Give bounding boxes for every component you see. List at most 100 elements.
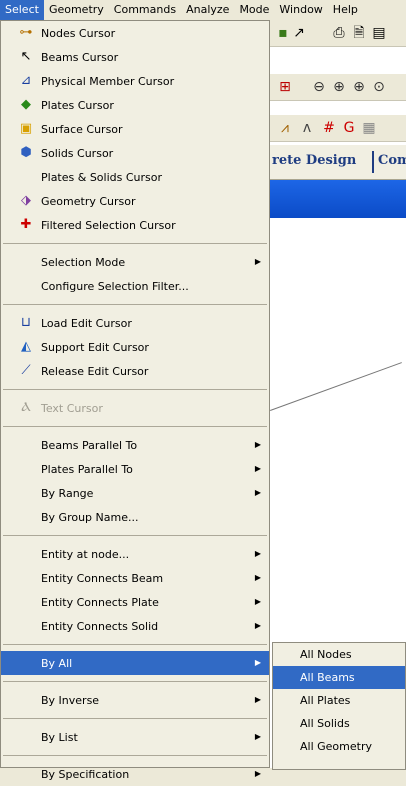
- by-all-submenu: All Nodes All Beams All Plates All Solid…: [272, 642, 406, 770]
- menu-divider: [3, 644, 267, 645]
- menu-item-beams-cursor[interactable]: ↖ Beams Cursor: [1, 45, 269, 69]
- zoom-out-icon[interactable]: ⊕: [350, 78, 368, 96]
- pointer-icon[interactable]: ↗: [290, 24, 308, 42]
- menu-item-label: By Specification: [41, 767, 130, 781]
- submenu-arrow-icon: ▶: [254, 464, 261, 473]
- menu-item-plates-solids-cursor[interactable]: Plates & Solids Cursor: [1, 165, 269, 189]
- menu-item-selection-mode[interactable]: Selection Mode ▶: [1, 250, 269, 274]
- menu-item-release-edit-cursor[interactable]: ⟋ Release Edit Cursor: [1, 359, 269, 383]
- menu-item-filtered-selection-cursor[interactable]: ✚ Filtered Selection Cursor: [1, 213, 269, 237]
- menu-select[interactable]: Select: [0, 0, 44, 20]
- zoom-dynamic-icon[interactable]: ⊙: [370, 78, 388, 96]
- load-edit-icon: ⊔: [20, 315, 32, 330]
- menu-bar: Select Geometry Commands Analyze Mode Wi…: [0, 0, 406, 20]
- menu-help[interactable]: Help: [328, 0, 363, 20]
- menu-item-label: Beams Parallel To: [41, 438, 138, 452]
- menu-item-label: Plates Cursor: [41, 98, 114, 112]
- menu-item-label: Release Edit Cursor: [41, 364, 149, 378]
- submenu-arrow-icon: ▶: [254, 573, 261, 582]
- menu-item-load-edit-cursor[interactable]: ⊔ Load Edit Cursor: [1, 311, 269, 335]
- zoom-window-icon[interactable]: ⊞: [276, 78, 294, 96]
- menu-item-plates-cursor[interactable]: ◆ Plates Cursor: [1, 93, 269, 117]
- print-preview-icon[interactable]: 🗎: [350, 24, 368, 42]
- menu-item-support-edit-cursor[interactable]: ◭ Support Edit Cursor: [1, 335, 269, 359]
- submenu-item-all-solids[interactable]: All Solids: [273, 712, 405, 735]
- submenu-arrow-icon: ▶: [254, 257, 261, 266]
- geometry-cursor-icon: ⬗: [21, 193, 31, 208]
- physical-member-cursor-icon: ⊿: [20, 73, 32, 88]
- menu-mode[interactable]: Mode: [234, 0, 274, 20]
- release-edit-icon: ⟋: [21, 363, 31, 378]
- refresh-tool-icon[interactable]: G: [340, 119, 358, 137]
- menu-item-geometry-cursor[interactable]: ⬗ Geometry Cursor: [1, 189, 269, 213]
- submenu-item-all-geometry[interactable]: All Geometry: [273, 735, 405, 758]
- file-icon[interactable]: ▤: [370, 24, 388, 42]
- menu-item-label: Selection Mode: [41, 255, 126, 269]
- text-cursor-icon: Ⲁ: [21, 400, 31, 415]
- select-menu: ⊶ Nodes Cursor ↖ Beams Cursor ⊿ Physical…: [0, 20, 270, 781]
- menu-divider: [3, 755, 267, 756]
- menu-item-label: Physical Member Cursor: [41, 74, 175, 88]
- menu-item-by-group-name[interactable]: By Group Name...: [1, 505, 269, 529]
- submenu-item-all-plates[interactable]: All Plates: [273, 689, 405, 712]
- view-title-bar: [270, 180, 406, 218]
- menu-item-text-cursor[interactable]: Ⲁ Text Cursor: [1, 396, 269, 420]
- menu-item-by-all[interactable]: By All ▶: [1, 651, 269, 675]
- menu-item-label: Text Cursor: [41, 401, 103, 415]
- menu-item-entity-connects-solid[interactable]: Entity Connects Solid ▶: [1, 614, 269, 638]
- menu-item-label: Beams Cursor: [41, 50, 119, 64]
- toolbar-row-3: ⩘ ᴧ # G ▦: [270, 115, 406, 142]
- submenu-arrow-icon: ▶: [254, 695, 261, 704]
- menu-item-physical-member-cursor[interactable]: ⊿ Physical Member Cursor: [1, 69, 269, 93]
- menu-divider: [3, 718, 267, 719]
- menu-item-label: Filtered Selection Cursor: [41, 218, 176, 232]
- print-icon[interactable]: ⎙: [330, 24, 348, 42]
- menu-analyze[interactable]: Analyze: [181, 0, 234, 20]
- menu-item-by-inverse[interactable]: By Inverse ▶: [1, 688, 269, 712]
- tab-concrete-design[interactable]: rete Design: [272, 153, 356, 168]
- menu-window[interactable]: Window: [274, 0, 327, 20]
- menu-divider: [3, 243, 267, 244]
- menu-item-entity-connects-beam[interactable]: Entity Connects Beam ▶: [1, 566, 269, 590]
- menu-item-entity-connects-plate[interactable]: Entity Connects Plate ▶: [1, 590, 269, 614]
- menu-commands[interactable]: Commands: [109, 0, 181, 20]
- submenu-item-all-beams[interactable]: All Beams: [273, 666, 405, 689]
- member-tool-icon[interactable]: ᴧ: [298, 119, 316, 137]
- menu-item-label: Entity Connects Plate: [41, 595, 159, 609]
- menu-item-label: Nodes Cursor: [41, 26, 116, 40]
- load-tool-icon[interactable]: ⩘: [276, 119, 294, 137]
- tab-commands[interactable]: Com: [378, 153, 406, 168]
- menu-geometry[interactable]: Geometry: [44, 0, 109, 20]
- toolbar-row-1: ▪ ↗ ⎙ 🗎 ▤: [270, 20, 406, 47]
- menu-item-surface-cursor[interactable]: ▣ Surface Cursor: [1, 117, 269, 141]
- menu-item-by-range[interactable]: By Range ▶: [1, 481, 269, 505]
- submenu-arrow-icon: ▶: [254, 549, 261, 558]
- menu-divider: [3, 426, 267, 427]
- nodes-cursor-icon: ⊶: [19, 25, 33, 40]
- menu-divider: [3, 304, 267, 305]
- zoom-in-icon[interactable]: ⊕: [330, 78, 348, 96]
- menu-item-configure-selection-filter[interactable]: Configure Selection Filter...: [1, 274, 269, 298]
- menu-item-label: Solids Cursor: [41, 146, 114, 160]
- menu-item-plates-parallel-to[interactable]: Plates Parallel To ▶: [1, 457, 269, 481]
- menu-item-beams-parallel-to[interactable]: Beams Parallel To ▶: [1, 433, 269, 457]
- menu-item-nodes-cursor[interactable]: ⊶ Nodes Cursor: [1, 21, 269, 45]
- menu-item-entity-at-node[interactable]: Entity at node... ▶: [1, 542, 269, 566]
- plates-cursor-icon: ◆: [21, 97, 31, 112]
- menu-item-by-list[interactable]: By List ▶: [1, 725, 269, 749]
- menu-item-by-specification[interactable]: By Specification ▶: [1, 762, 269, 786]
- menu-item-label: Plates Parallel To: [41, 462, 133, 476]
- submenu-arrow-icon: ▶: [254, 621, 261, 630]
- menu-divider: [3, 681, 267, 682]
- menu-item-label: By Inverse: [41, 693, 100, 707]
- table-tool-icon[interactable]: ▦: [360, 119, 378, 137]
- menu-item-label: By List: [41, 730, 78, 744]
- submenu-item-all-nodes[interactable]: All Nodes: [273, 643, 405, 666]
- menu-item-solids-cursor[interactable]: ⬢ Solids Cursor: [1, 141, 269, 165]
- grid-tool-icon[interactable]: #: [320, 119, 338, 137]
- submenu-arrow-icon: ▶: [254, 658, 261, 667]
- surface-cursor-icon: ▣: [19, 121, 33, 136]
- menu-item-label: Plates & Solids Cursor: [41, 170, 163, 184]
- zoom-icon[interactable]: ⊖: [310, 78, 328, 96]
- submenu-arrow-icon: ▶: [254, 488, 261, 497]
